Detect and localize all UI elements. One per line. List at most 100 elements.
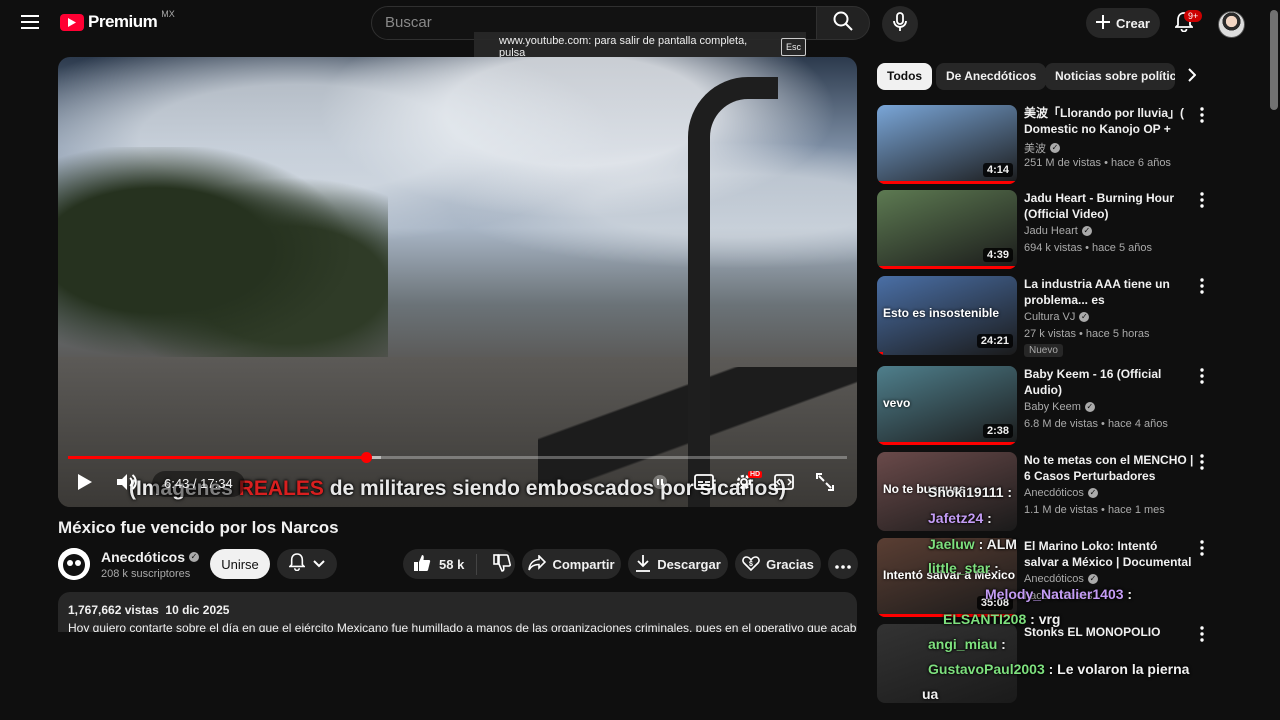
join-button[interactable]: Unirse (210, 549, 270, 579)
progress-played (68, 456, 366, 459)
share-button[interactable]: Compartir (522, 549, 621, 579)
recommendation-meta: 1.1 M de vistas • hace 1 mes (1024, 504, 1165, 516)
chat-text: : (1001, 636, 1006, 652)
verified-icon: ✓ (1087, 574, 1098, 584)
thumbnail-caption: vevo (883, 396, 911, 410)
verified-icon: ✓ (1050, 143, 1060, 153)
recommendation-channel[interactable]: 美波 ✓ (1024, 140, 1060, 156)
share-label: Compartir (552, 556, 615, 572)
chat-username[interactable]: GustavoPaul2003 (928, 661, 1045, 677)
recommendation-item[interactable]: 4:39 Jadu Heart - Burning Hour (Official … (877, 190, 1217, 272)
account-avatar[interactable] (1218, 11, 1245, 38)
exit-fullscreen-button[interactable] (812, 469, 838, 499)
recommendation-channel[interactable]: Jadu Heart ✓ (1024, 225, 1092, 237)
chat-text: : (994, 560, 999, 576)
chat-username[interactable]: Shoki19111 (928, 484, 1004, 500)
thanks-button[interactable]: $ Gracias (735, 549, 821, 579)
recommendation-channel[interactable]: Baby Keem ✓ (1024, 401, 1095, 413)
chip-all[interactable]: Todos (877, 63, 933, 90)
recommendation-thumbnail[interactable]: vevo 2:38 (877, 366, 1017, 445)
recommendation-channel[interactable]: Anecdóticos ✓ (1024, 487, 1098, 499)
like-button[interactable]: 58 k (413, 553, 478, 575)
mute-button[interactable] (114, 469, 140, 499)
upload-date: 10 dic 2025 (165, 603, 230, 617)
create-button[interactable]: Crear (1086, 8, 1160, 38)
chat-text: : vrg (1030, 611, 1061, 627)
description-box[interactable]: 1,767,662 vistas 10 dic 2025 Hoy quiero … (58, 592, 857, 632)
recommendation-title[interactable]: La industria AAA tiene un problema... es… (1024, 276, 1194, 310)
recommendation-menu-button[interactable] (1200, 192, 1212, 210)
subscription-notifications-button[interactable] (277, 549, 337, 579)
recommendation-title[interactable]: Baby Keem - 16 (Official Audio) (1024, 366, 1194, 398)
notifications-badge: 9+ (1184, 10, 1203, 22)
video-player[interactable]: (Imágenes REALES de militares siendo emb… (58, 57, 857, 507)
verified-icon: ✓ (189, 552, 200, 562)
recommendation-menu-button[interactable] (1200, 540, 1212, 558)
thumbs-up-icon (413, 554, 431, 575)
recommendation-title[interactable]: 美波「Llorando por lluvia」( Domestic no Kan… (1024, 105, 1194, 139)
download-button[interactable]: Descargar (628, 549, 728, 579)
volume-icon (116, 473, 138, 496)
chat-username[interactable]: Jaeluw (928, 536, 975, 552)
chip-politics-news[interactable]: Noticias sobre política (1045, 63, 1175, 90)
chip-from-channel[interactable]: De Anecdóticos (936, 63, 1047, 90)
recommendation-menu-button[interactable] (1200, 454, 1212, 472)
recommendation-title[interactable]: Jadu Heart - Burning Hour (Official Vide… (1024, 190, 1194, 222)
recommendation-menu-button[interactable] (1200, 368, 1212, 386)
duration-badge: 4:14 (982, 163, 1013, 177)
recommendation-menu-button[interactable] (1200, 107, 1212, 125)
more-actions-button[interactable] (828, 549, 858, 579)
more-horizontal-icon (835, 557, 851, 572)
subtitles-button[interactable] (690, 469, 718, 499)
recommendation-channel-name: Baby Keem (1024, 401, 1081, 413)
recommendation-title[interactable]: El Marino Loko: Intentó salvar a México … (1024, 538, 1194, 570)
recommendation-thumbnail[interactable]: Esto es insostenible 24:21 (877, 276, 1017, 355)
channel-name[interactable]: Anecdóticos ✓ (101, 549, 200, 565)
channel-avatar[interactable] (58, 548, 90, 580)
recommendation-channel[interactable]: Cultura VJ ✓ (1024, 311, 1090, 323)
menu-button[interactable] (12, 6, 48, 42)
voice-search-button[interactable] (882, 6, 918, 42)
recommendation-channel[interactable]: Anecdóticos ✓ (1024, 573, 1098, 585)
duration-badge: 2:38 (982, 424, 1013, 438)
more-vertical-icon (1200, 626, 1204, 642)
recommendation-item[interactable]: Esto es insostenible 24:21 La industria AA… (877, 276, 1217, 358)
chat-username[interactable]: ELSANTI208 (943, 611, 1026, 627)
chat-message: little_star : (928, 560, 999, 576)
play-icon (77, 473, 93, 496)
chat-text: : ALM (978, 536, 1017, 552)
recommendation-channel-name: 美波 (1024, 143, 1046, 155)
dislike-button[interactable] (483, 553, 512, 575)
chat-username[interactable]: Jafetz24 (928, 510, 983, 526)
chat-text: : Le volaron la pierna (1048, 661, 1190, 677)
super-thanks-icon: $ (742, 554, 760, 575)
recommendation-item[interactable]: 4:14 美波「Llorando por lluvia」( Domestic no… (877, 105, 1217, 187)
recommendation-thumbnail[interactable]: 4:39 (877, 190, 1017, 269)
chat-message: Jafetz24 : (928, 510, 992, 526)
closed-captions-icon (694, 473, 714, 495)
chat-message: Jaeluw : ALM (928, 536, 1017, 552)
theater-mode-button[interactable] (770, 469, 798, 499)
recommendation-item[interactable]: vevo 2:38 Baby Keem - 16 (Official Audio) B… (877, 366, 1217, 448)
youtube-logo[interactable]: Premium MX (60, 9, 175, 32)
verified-icon: ✓ (1079, 312, 1090, 322)
recommendation-menu-button[interactable] (1200, 626, 1212, 644)
more-vertical-icon (1200, 368, 1204, 384)
chat-text: ua (922, 686, 939, 702)
recommendation-menu-button[interactable] (1200, 278, 1212, 296)
play-button[interactable] (72, 469, 98, 499)
recommendation-title[interactable]: No te metas con el MENCHO | 6 Casos Pert… (1024, 452, 1194, 484)
chat-username[interactable]: angi_miau (928, 636, 997, 652)
chat-username[interactable]: Melody_Natalier1403 (985, 586, 1124, 602)
search-button[interactable] (816, 6, 870, 40)
autoplay-toggle[interactable] (648, 469, 672, 499)
progress-scrubber[interactable] (360, 452, 372, 463)
page-scrollbar[interactable] (1270, 10, 1278, 110)
settings-button[interactable]: HD (730, 469, 763, 499)
description-meta: 1,767,662 vistas 10 dic 2025 (68, 603, 847, 617)
recommendation-thumbnail[interactable]: 4:14 (877, 105, 1017, 184)
chat-username[interactable]: little_star (928, 560, 990, 576)
chips-next-button[interactable] (1180, 65, 1204, 89)
download-label: Descargar (657, 556, 721, 572)
thanks-label: Gracias (766, 556, 814, 572)
